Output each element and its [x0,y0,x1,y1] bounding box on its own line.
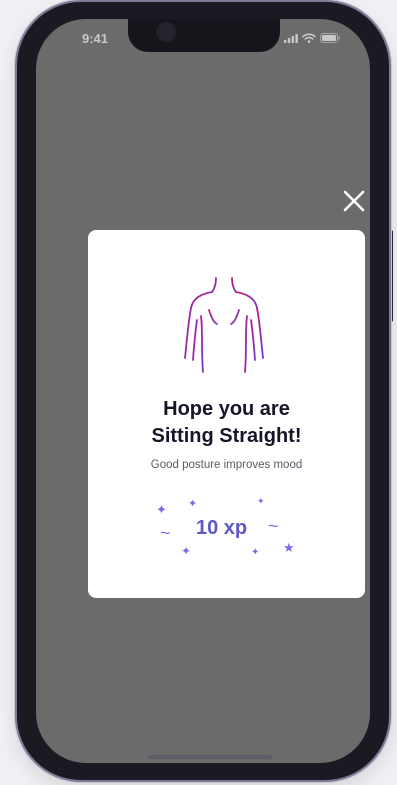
notch [128,19,280,52]
status-icons [284,33,340,43]
posture-back-icon [184,277,264,375]
phone-screen: 9:41 Hope you are Sitting Straight! Good… [36,19,370,763]
status-time: 9:41 [82,31,109,46]
sparkle-icon: ✦ [181,544,192,558]
power-button [389,230,393,322]
sparkle-icon: ✦ [257,496,265,506]
close-button[interactable] [340,187,368,215]
squiggle-icon: ~ [160,523,171,543]
sparkle-icon: ✦ [188,498,198,510]
phone-frame: 9:41 Hope you are Sitting Straight! Good… [17,2,389,780]
squiggle-icon: ~ [268,516,279,536]
xp-reward-badge: ✦ ✦ ✦ ~ ~ ✦ ✦ ★ 10 xp [150,497,300,569]
close-icon[interactable] [340,187,368,215]
home-indicator[interactable] [148,755,272,759]
star-icon: ★ [283,540,295,555]
sparkle-icon: ✦ [156,502,167,517]
device-frame-stage: 9:41 Hope you are Sitting Straight! Good… [0,0,397,785]
posture-reminder-card: Hope you are Sitting Straight! Good post… [88,230,365,598]
sparkle-icon: ✦ [251,547,260,558]
signal-icon [284,33,298,43]
xp-reward-label: 10 xp [196,517,248,539]
modal-title-line-1: Hope you are [163,398,290,420]
wifi-icon [302,33,316,43]
modal-title-line-2: Sitting Straight! [151,425,302,447]
battery-icon [320,33,340,43]
front-camera [156,22,176,42]
modal-subtitle: Good posture improves mood [150,459,303,471]
